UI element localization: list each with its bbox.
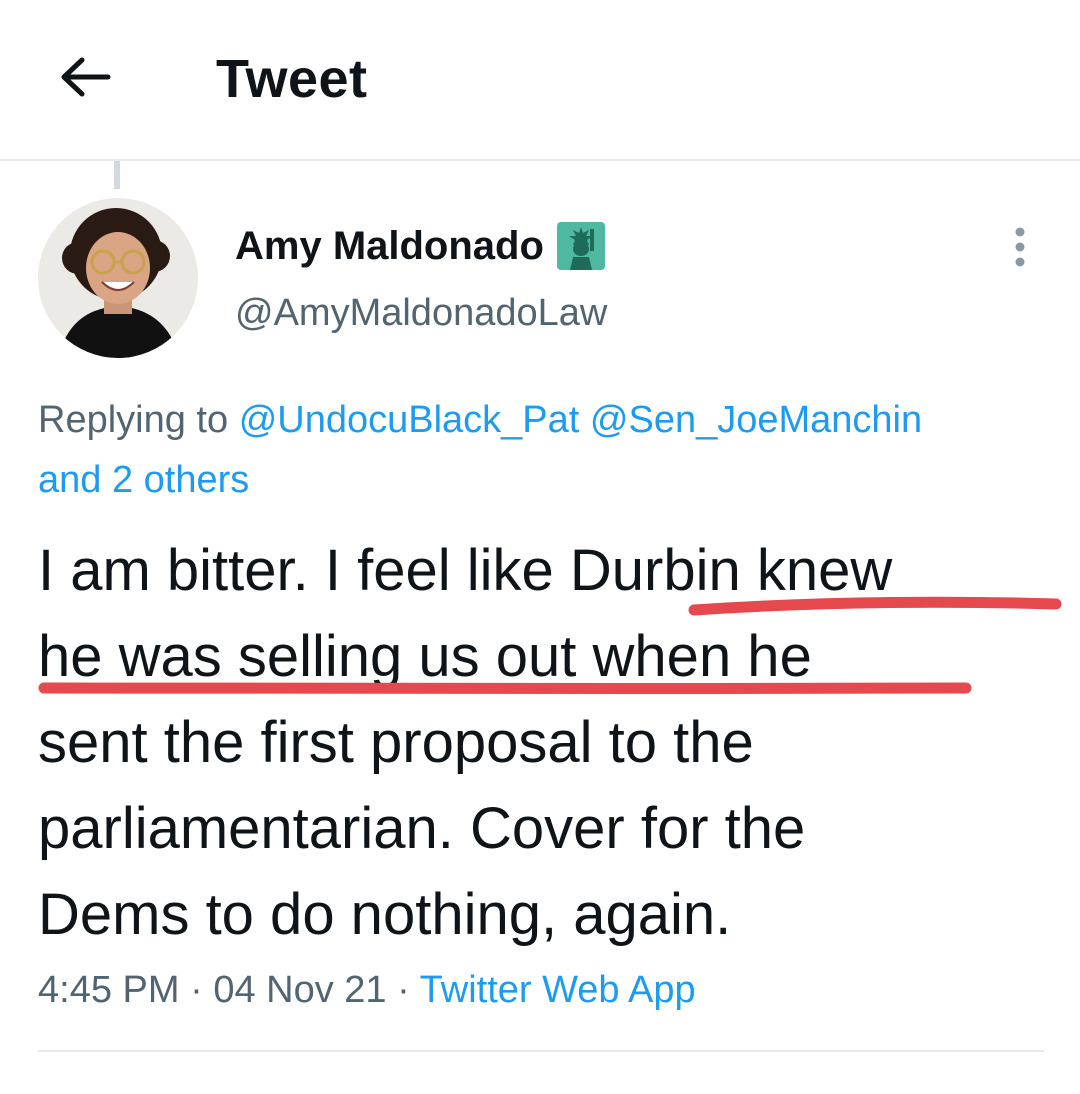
tweet-metadata: 4:45 PM · 04 Nov 21 · Twitter Web App (38, 962, 696, 1018)
arrow-left-icon[interactable] (52, 44, 118, 110)
meta-separator: · (386, 969, 420, 1011)
tweet-line: parliamentarian. Cover for the (38, 796, 806, 861)
header-divider (0, 159, 1080, 161)
mention-link[interactable]: @Sen_JoeManchin (590, 399, 922, 441)
author-name-row[interactable]: Amy Maldonado (235, 218, 606, 274)
others-link[interactable]: and 2 others (38, 459, 249, 501)
thread-connector-line (114, 161, 120, 189)
timestamp-time[interactable]: 4:45 PM (38, 969, 180, 1011)
statue-of-liberty-icon (556, 222, 605, 270)
content-divider (38, 1050, 1044, 1052)
reply-context: Replying to @UndocuBlack_Pat @Sen_JoeMan… (38, 390, 1068, 510)
tweet-body: I am bitter. I feel like Durbin knew he … (38, 528, 1058, 958)
source-link[interactable]: Twitter Web App (420, 969, 696, 1011)
tweet-line: I am bitter. I feel like Durbin knew (38, 538, 893, 603)
meta-separator: · (179, 969, 214, 1011)
tweet-line: he was selling us out when he (38, 624, 812, 689)
more-vertical-icon[interactable] (1000, 222, 1040, 272)
tweet-line: sent the first proposal to the (38, 710, 754, 775)
tweet-line: Dems to do nothing, again. (38, 882, 732, 947)
profile-photo (38, 198, 198, 358)
avatar[interactable] (38, 198, 198, 358)
page-title: Tweet (216, 49, 368, 109)
author-handle[interactable]: @AmyMaldonadoLaw (235, 288, 607, 338)
top-app-bar: Tweet (0, 0, 1080, 161)
replying-to-label: Replying to (38, 399, 229, 441)
mention-link[interactable]: @UndocuBlack_Pat (239, 399, 580, 441)
display-name[interactable]: Amy Maldonado (235, 218, 544, 274)
timestamp-date[interactable]: 04 Nov 21 (213, 969, 386, 1011)
